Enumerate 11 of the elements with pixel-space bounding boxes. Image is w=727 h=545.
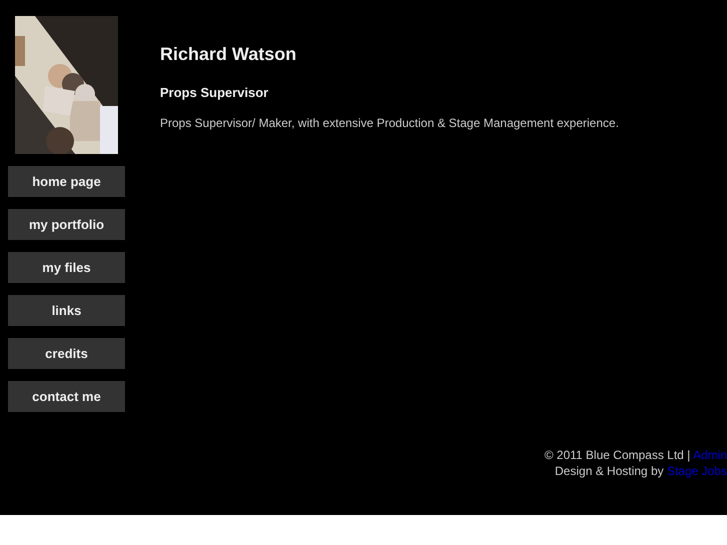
nav-button[interactable]: contact me	[8, 381, 125, 412]
person-name: Richard Watson	[160, 44, 298, 65]
nav-button[interactable]: my portfolio	[8, 209, 125, 240]
nav-button[interactable]: links	[8, 295, 125, 326]
bio-text: Props Supervisor/ Maker, with extensive Production & Stage Management experience.	[160, 116, 619, 130]
nav-button[interactable]: my files	[8, 252, 125, 283]
footer-text: © 2011 Blue Compass Ltd |	[544, 448, 692, 462]
nav-button[interactable]: home page	[8, 166, 125, 197]
job-title: Props Supervisor	[160, 85, 270, 100]
footer-text: Design & Hosting by	[554, 464, 665, 478]
nav-button[interactable]: credits	[8, 338, 125, 369]
